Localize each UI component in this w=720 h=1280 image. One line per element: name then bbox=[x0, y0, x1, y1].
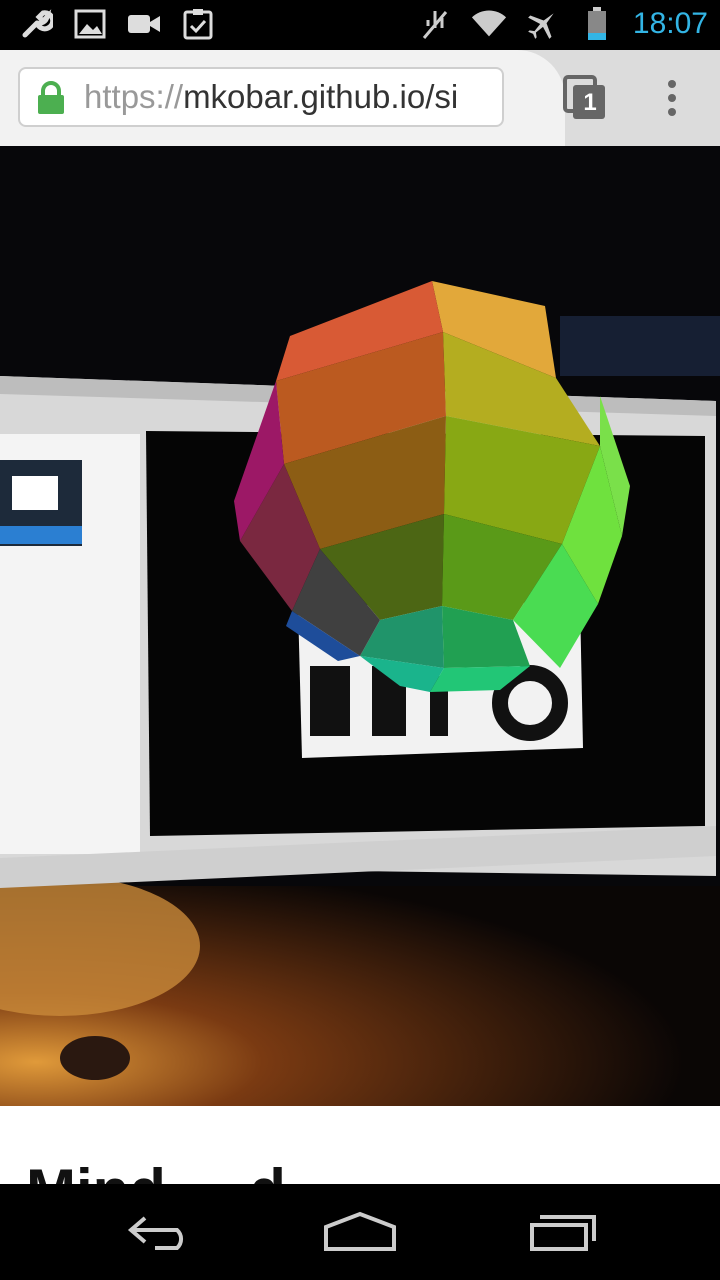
airplane-icon bbox=[525, 6, 561, 42]
clipboard-check-icon bbox=[180, 6, 216, 42]
menu-dot bbox=[668, 94, 676, 102]
url-text: https://mkobar.github.io/si bbox=[84, 78, 458, 116]
recent-apps-button[interactable] bbox=[522, 1204, 602, 1260]
battery-icon bbox=[579, 6, 615, 42]
camera-scene bbox=[0, 146, 720, 1106]
recent-apps-icon bbox=[530, 1215, 596, 1251]
image-icon bbox=[72, 6, 108, 42]
back-icon bbox=[127, 1216, 184, 1250]
home-button[interactable] bbox=[320, 1204, 400, 1260]
tab-switcher-button[interactable]: 1 bbox=[562, 74, 608, 122]
wifi-icon bbox=[471, 6, 507, 42]
status-bar: 18:07 bbox=[0, 0, 720, 50]
tab-count: 1 bbox=[583, 89, 597, 116]
page-content: Mind ... d bbox=[0, 1106, 720, 1184]
url-host: mkobar.github.io/si bbox=[183, 78, 459, 115]
url-scheme: https:// bbox=[84, 78, 184, 115]
page-heading: Mind ... d bbox=[26, 1156, 286, 1184]
mute-icon bbox=[417, 6, 453, 42]
menu-dot bbox=[668, 80, 676, 88]
back-button[interactable] bbox=[120, 1204, 200, 1260]
address-bar[interactable]: https://mkobar.github.io/si bbox=[18, 67, 504, 127]
video-icon bbox=[126, 6, 162, 42]
overflow-menu-button[interactable] bbox=[655, 72, 689, 124]
lock-icon bbox=[36, 81, 66, 120]
home-icon bbox=[324, 1211, 396, 1251]
browser-toolbar: https://mkobar.github.io/si 1 bbox=[0, 50, 720, 146]
ar-camera-view[interactable] bbox=[0, 146, 720, 1106]
navigation-bar bbox=[0, 1184, 720, 1280]
menu-dot bbox=[668, 108, 676, 116]
clock: 18:07 bbox=[632, 7, 708, 40]
wrench-icon bbox=[18, 6, 54, 42]
